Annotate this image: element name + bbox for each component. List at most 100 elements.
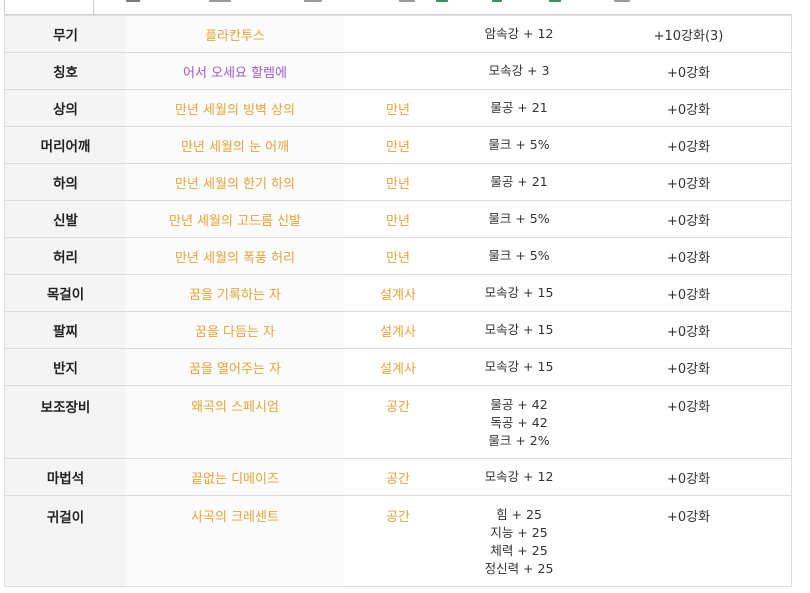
option-line: 모속강 + 3 [488, 63, 550, 78]
set-name: 만년 [344, 89, 452, 127]
table-row: 머리어깨 만년 세월의 눈 어깨 만년 물크 + 5% +0강화 [4, 126, 792, 164]
tab-fragment[interactable] [126, 0, 140, 2]
item-options: 물공 + 21 [452, 89, 586, 127]
enhance-level: +0강화 [586, 458, 792, 496]
set-name: 설계사 [344, 311, 452, 349]
enhance-level: +0강화 [586, 163, 792, 201]
table-row: 마법석 끝없는 디메이즈 공간 모속강 + 12 +0강화 [4, 458, 792, 496]
enhance-level: +0강화 [586, 237, 792, 275]
set-name [344, 52, 452, 90]
table-row: 귀걸이 사곡의 크레센트 공간 힘 + 25 지능 + 25 체력 + 25 정신력 + 2… [4, 495, 792, 587]
item-name[interactable]: 꿈을 열어주는 자 [126, 348, 344, 386]
option-line: 물크 + 5% [488, 248, 550, 263]
item-name[interactable]: 사곡의 크레센트 [126, 495, 344, 587]
item-name[interactable]: 만년 세월의 빙벽 상의 [126, 89, 344, 127]
enhance-level: +0강화 [586, 311, 792, 349]
slot-label: 목걸이 [4, 274, 126, 312]
tab-fragment[interactable] [492, 0, 502, 2]
set-name: 만년 [344, 163, 452, 201]
enhance-level: +10강화(3) [586, 15, 792, 53]
set-name: 공간 [344, 458, 452, 496]
option-line: 물크 + 5% [488, 211, 550, 226]
item-name[interactable]: 만년 세월의 폭풍 허리 [126, 237, 344, 275]
option-line: 물공 + 21 [490, 100, 548, 115]
item-options: 물크 + 5% [452, 200, 586, 238]
tab-fragment[interactable] [209, 0, 231, 2]
enhance-level: +0강화 [586, 200, 792, 238]
enhance-level: +0강화 [586, 348, 792, 386]
set-name: 설계사 [344, 274, 452, 312]
enhance-level: +0강화 [586, 495, 792, 587]
item-name[interactable]: 왜곡의 스페시엄 [126, 385, 344, 459]
item-name[interactable]: 만년 세월의 고드름 신발 [126, 200, 344, 238]
equipment-table: 무기 플라칸투스 암속강 + 12 +10강화(3) 칭호 어서 오세요 할렘에 모속강 +… [4, 15, 792, 587]
slot-label: 마법석 [4, 458, 126, 496]
option-line: 물크 + 2% [488, 433, 550, 448]
set-name: 공간 [344, 385, 452, 459]
tab-fragment[interactable] [614, 0, 630, 2]
tab-strip [4, 0, 792, 15]
item-options: 모속강 + 15 [452, 274, 586, 312]
slot-label: 허리 [4, 237, 126, 275]
enhance-level: +0강화 [586, 52, 792, 90]
set-name: 만년 [344, 237, 452, 275]
item-name[interactable]: 꿈을 다듬는 자 [126, 311, 344, 349]
item-options: 힘 + 25 지능 + 25 체력 + 25 정신력 + 25 [452, 495, 586, 587]
slot-label: 칭호 [4, 52, 126, 90]
table-row: 무기 플라칸투스 암속강 + 12 +10강화(3) [4, 15, 792, 53]
item-options: 모속강 + 15 [452, 348, 586, 386]
option-line: 물공 + 42 [490, 397, 548, 412]
slot-label: 팔찌 [4, 311, 126, 349]
item-options: 물크 + 5% [452, 126, 586, 164]
tab-fragment[interactable] [399, 0, 415, 2]
slot-label: 귀걸이 [4, 495, 126, 587]
option-line: 정신력 + 25 [484, 561, 554, 576]
enhance-level: +0강화 [586, 126, 792, 164]
item-options: 암속강 + 12 [452, 15, 586, 53]
item-options: 모속강 + 3 [452, 52, 586, 90]
table-row: 허리 만년 세월의 폭풍 허리 만년 물크 + 5% +0강화 [4, 237, 792, 275]
option-line: 독공 + 42 [490, 415, 548, 430]
option-line: 모속강 + 12 [484, 469, 554, 484]
option-line: 체력 + 25 [490, 543, 548, 558]
option-line: 힘 + 25 [496, 507, 542, 522]
option-line: 지능 + 25 [490, 525, 548, 540]
table-row: 반지 꿈을 열어주는 자 설계사 모속강 + 15 +0강화 [4, 348, 792, 386]
item-options: 물크 + 5% [452, 237, 586, 275]
item-name[interactable]: 꿈을 기록하는 자 [126, 274, 344, 312]
enhance-level: +0강화 [586, 385, 792, 459]
item-options: 물공 + 21 [452, 163, 586, 201]
table-row: 목걸이 꿈을 기록하는 자 설계사 모속강 + 15 +0강화 [4, 274, 792, 312]
table-row: 신발 만년 세월의 고드름 신발 만년 물크 + 5% +0강화 [4, 200, 792, 238]
tab-active[interactable] [4, 0, 94, 14]
set-name: 설계사 [344, 348, 452, 386]
enhance-level: +0강화 [586, 274, 792, 312]
option-line: 모속강 + 15 [484, 322, 554, 337]
table-row: 상의 만년 세월의 빙벽 상의 만년 물공 + 21 +0강화 [4, 89, 792, 127]
item-name[interactable]: 끝없는 디메이즈 [126, 458, 344, 496]
set-name: 공간 [344, 495, 452, 587]
option-line: 암속강 + 12 [484, 26, 554, 41]
item-name[interactable]: 어서 오세요 할렘에 [126, 52, 344, 90]
option-line: 모속강 + 15 [484, 285, 554, 300]
enhance-level: +0강화 [586, 89, 792, 127]
slot-label: 보조장비 [4, 385, 126, 459]
tab-fragment[interactable] [436, 0, 448, 2]
slot-label: 머리어깨 [4, 126, 126, 164]
slot-label: 무기 [4, 15, 126, 53]
set-name [344, 15, 452, 53]
table-row: 팔찌 꿈을 다듬는 자 설계사 모속강 + 15 +0강화 [4, 311, 792, 349]
tab-fragment[interactable] [304, 0, 322, 2]
slot-label: 하의 [4, 163, 126, 201]
slot-label: 반지 [4, 348, 126, 386]
set-name: 만년 [344, 200, 452, 238]
item-name[interactable]: 플라칸투스 [126, 15, 344, 53]
item-name[interactable]: 만년 세월의 한기 하의 [126, 163, 344, 201]
set-name: 만년 [344, 126, 452, 164]
item-name[interactable]: 만년 세월의 눈 어깨 [126, 126, 344, 164]
tab-fragment[interactable] [549, 0, 561, 2]
item-options: 모속강 + 15 [452, 311, 586, 349]
option-line: 물공 + 21 [490, 174, 548, 189]
slot-label: 신발 [4, 200, 126, 238]
item-options: 물공 + 42 독공 + 42 물크 + 2% [452, 385, 586, 459]
